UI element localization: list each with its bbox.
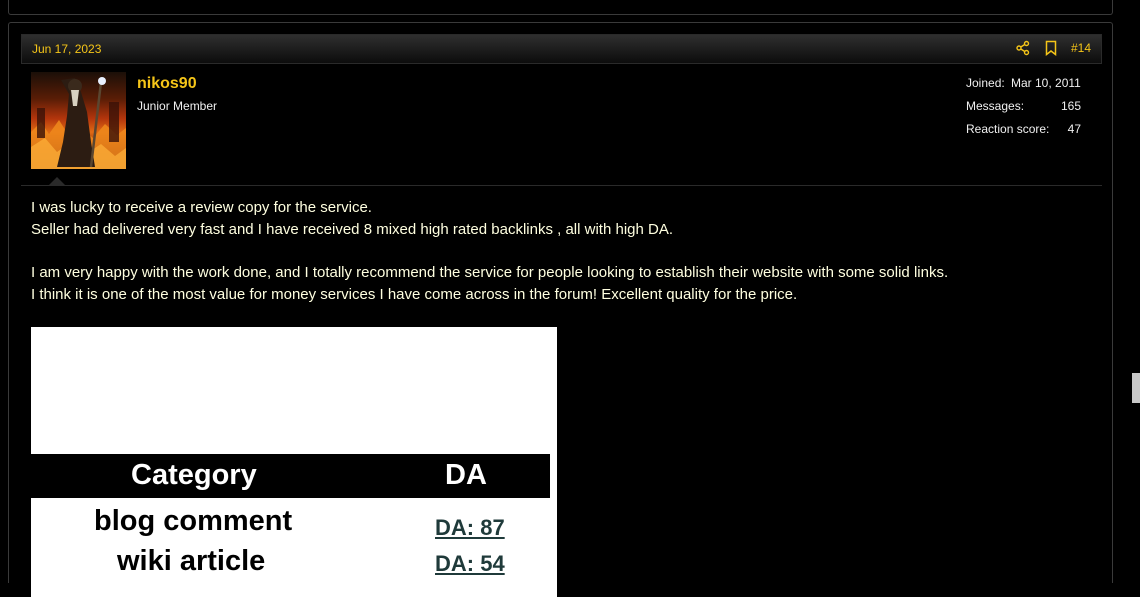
bookmark-icon[interactable] xyxy=(1043,40,1059,56)
post-actions: #14 xyxy=(1015,40,1091,56)
post-divider xyxy=(21,185,1102,186)
message-line: I was lucky to receive a review copy for… xyxy=(31,199,372,216)
message-line: Seller had delivered very fast and I hav… xyxy=(31,221,674,238)
stat-joined: Joined: Mar 10, 2011 xyxy=(966,76,1081,99)
stat-reaction-score: Reaction score: 47 xyxy=(966,122,1081,145)
post-date[interactable]: Jun 17, 2023 xyxy=(32,42,101,56)
author-pointer xyxy=(49,177,65,185)
message-line: I think it is one of the most value for … xyxy=(31,286,798,303)
stat-value[interactable]: 165 xyxy=(1061,99,1081,113)
table-cell-da: DA: 54 xyxy=(435,551,505,576)
user-stats: Joined: Mar 10, 2011 Messages: 165 React… xyxy=(966,76,1081,145)
share-icon[interactable] xyxy=(1015,40,1031,56)
message-line: I am very happy with the work done, and … xyxy=(31,264,949,281)
stat-value: Mar 10, 2011 xyxy=(1011,76,1081,90)
table-header: Category DA xyxy=(31,454,550,498)
post-number-link[interactable]: #14 xyxy=(1071,41,1091,55)
message-body: I was lucky to receive a review copy for… xyxy=(31,197,1091,306)
stat-messages: Messages: 165 xyxy=(966,99,1081,122)
username-link[interactable]: nikos90 xyxy=(137,75,197,93)
stat-label: Messages: xyxy=(966,99,1025,113)
table-cell-category: wiki article xyxy=(117,545,266,577)
table-cell-da: DA: 87 xyxy=(435,515,505,540)
previous-post-frame xyxy=(8,0,1113,15)
post-container: Jun 17, 2023 #14 nikos90 Junior Member J… xyxy=(8,22,1113,597)
stat-value: 47 xyxy=(1067,122,1081,136)
avatar[interactable] xyxy=(31,72,126,169)
user-title: Junior Member xyxy=(137,99,218,113)
stat-label: Reaction score: xyxy=(966,122,1050,136)
page-scrollbar-thumb[interactable] xyxy=(1132,373,1140,403)
column-header-category: Category xyxy=(131,459,257,491)
stat-label: Joined: xyxy=(966,76,1005,90)
post-header: Jun 17, 2023 #14 xyxy=(21,34,1102,64)
column-header-da: DA xyxy=(445,459,487,491)
embedded-image[interactable]: Category DA blog comment DA: 87 wiki art… xyxy=(31,327,557,597)
table-cell-category: blog comment xyxy=(94,505,293,537)
